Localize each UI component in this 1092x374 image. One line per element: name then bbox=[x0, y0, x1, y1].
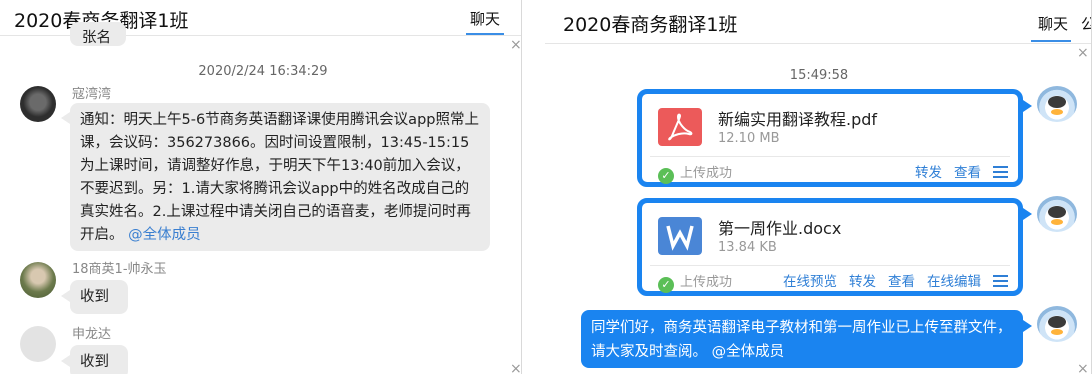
message-text: 张名 bbox=[82, 30, 111, 46]
message-bubble: 收到 bbox=[70, 280, 128, 314]
message-bubble: 同学们好，商务英语翻译电子教材和第一周作业已上传至群文件，请大家及时查阅。 @全… bbox=[581, 310, 1023, 368]
message-bubble: 收到 bbox=[70, 345, 128, 374]
tab-chat[interactable]: 聊天 bbox=[466, 8, 504, 35]
file-size: 13.84 KB bbox=[718, 240, 777, 255]
bubble-tail bbox=[61, 355, 70, 367]
message-text: 收到 bbox=[80, 289, 109, 305]
check-icon: ✓ bbox=[658, 277, 674, 293]
tab-chat[interactable]: 聊天 bbox=[1033, 13, 1073, 40]
forward-button[interactable]: 转发 bbox=[915, 165, 942, 181]
left-chat-window: 2020春商务翻译1班 聊天 × 张名 2020/2/24 16:34:29 寇… bbox=[0, 0, 522, 374]
chat-header: 2020春商务翻译1班 聊天 公 bbox=[545, 0, 1091, 44]
close-icon[interactable]: × bbox=[510, 38, 521, 52]
bubble-tail bbox=[61, 290, 70, 302]
file-card[interactable]: 新编实用翻译教程.pdf 12.10 MB ✓ 上传成功 转发 查看 bbox=[637, 89, 1023, 187]
message-text: 同学们好，商务英语翻译电子教材和第一周作业已上传至群文件，请大家及时查阅。 bbox=[591, 320, 1012, 360]
tab-active-indicator bbox=[466, 33, 504, 35]
close-icon[interactable]: × bbox=[1077, 46, 1089, 60]
upload-status: ✓ 上传成功 bbox=[658, 271, 732, 293]
word-icon bbox=[658, 217, 702, 255]
close-icon[interactable]: × bbox=[510, 362, 521, 374]
message-timestamp: 15:49:58 bbox=[789, 68, 849, 83]
menu-icon[interactable] bbox=[993, 275, 1008, 287]
bubble-tail bbox=[1023, 320, 1032, 332]
avatar[interactable] bbox=[20, 262, 56, 298]
file-card[interactable]: 第一周作业.docx 13.84 KB ✓ 上传成功 在线预览 转发 查看 在线编辑 bbox=[637, 198, 1023, 296]
view-button[interactable]: 查看 bbox=[954, 165, 981, 181]
view-button[interactable]: 查看 bbox=[888, 274, 915, 290]
window-gap bbox=[522, 0, 545, 374]
forward-button[interactable]: 转发 bbox=[849, 274, 876, 290]
avatar[interactable] bbox=[20, 326, 56, 362]
avatar[interactable] bbox=[1037, 196, 1077, 232]
check-icon: ✓ bbox=[658, 168, 674, 184]
message-bubble: 张名 bbox=[70, 22, 126, 46]
group-title: 2020春商务翻译1班 bbox=[563, 14, 738, 36]
message-text: 收到 bbox=[80, 354, 109, 370]
file-size: 12.10 MB bbox=[718, 131, 780, 146]
menu-icon[interactable] bbox=[993, 166, 1008, 178]
tab-active-indicator bbox=[1031, 40, 1071, 42]
bubble-tail bbox=[61, 112, 70, 124]
tab-announcement[interactable]: 公 bbox=[1081, 13, 1091, 34]
upload-status-text: 上传成功 bbox=[680, 275, 733, 290]
file-name[interactable]: 新编实用翻译教程.pdf bbox=[718, 106, 877, 130]
upload-status: ✓ 上传成功 bbox=[658, 162, 732, 184]
file-actions: 在线预览 转发 查看 在线编辑 bbox=[771, 270, 1008, 290]
upload-status-text: 上传成功 bbox=[680, 166, 733, 181]
close-icon[interactable]: × bbox=[1077, 362, 1089, 374]
message-timestamp: 2020/2/24 16:34:29 bbox=[198, 64, 328, 79]
pdf-icon bbox=[658, 108, 702, 146]
mention-all[interactable]: @全体成员 bbox=[128, 227, 201, 243]
file-actions: 转发 查看 bbox=[903, 161, 1008, 181]
bubble-tail bbox=[1023, 208, 1032, 220]
file-name[interactable]: 第一周作业.docx bbox=[718, 215, 841, 239]
card-divider bbox=[650, 265, 1010, 266]
preview-button[interactable]: 在线预览 bbox=[783, 274, 837, 290]
edit-online-button[interactable]: 在线编辑 bbox=[927, 274, 981, 290]
avatar[interactable] bbox=[1037, 86, 1077, 122]
avatar[interactable] bbox=[20, 86, 56, 122]
mention-all[interactable]: @全体成员 bbox=[712, 344, 785, 360]
card-divider bbox=[650, 156, 1010, 157]
sender-name: 寇湾湾 bbox=[72, 87, 112, 102]
sender-name: 申龙达 bbox=[72, 327, 112, 342]
message-bubble: 通知：明天上午5-6节商务英语翻译课使用腾讯会议app照常上课，会议码：3562… bbox=[70, 103, 490, 251]
sender-name: 18商英1-帅永玉 bbox=[72, 262, 167, 277]
message-text: 通知：明天上午5-6节商务英语翻译课使用腾讯会议app照常上课，会议码：3562… bbox=[80, 112, 479, 243]
bubble-tail bbox=[1023, 100, 1032, 112]
avatar[interactable] bbox=[1037, 306, 1077, 342]
right-chat-window: 2020春商务翻译1班 聊天 公 × 15:49:58 新编实用翻译教程.pdf… bbox=[545, 0, 1092, 374]
